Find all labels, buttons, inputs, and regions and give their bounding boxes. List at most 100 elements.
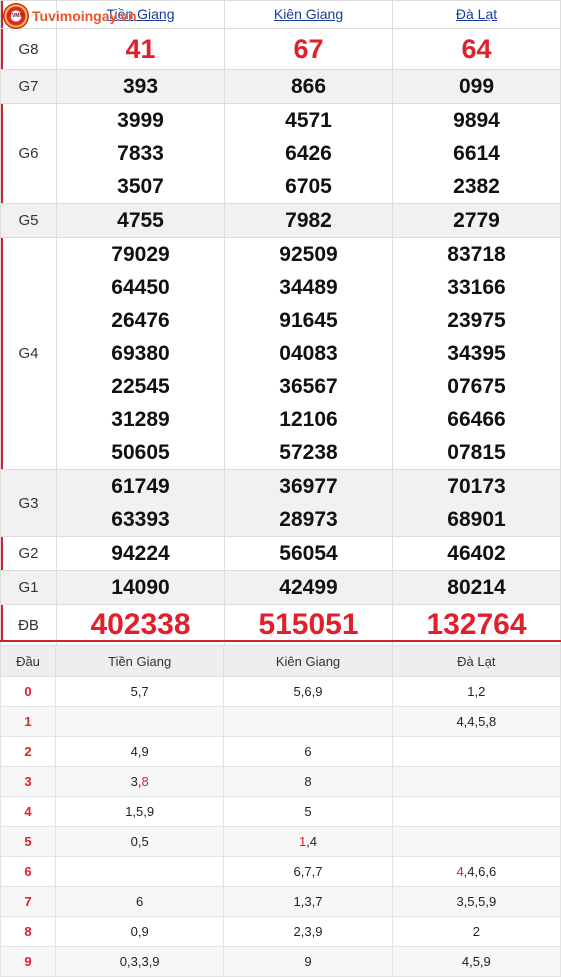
prize-number: 50605 [111, 441, 170, 464]
loto-tail-text: 9 [304, 954, 312, 969]
prize-number: 07675 [447, 375, 506, 398]
loto-tail-cell [391, 826, 561, 857]
loto-tail-text: 3,5,5,9 [456, 894, 497, 909]
loto-tail-text: ,4,6,6 [463, 864, 497, 879]
prize-numbers-cell: 7982 [224, 203, 393, 238]
loto-tail-cell [391, 736, 561, 767]
prize-label: G4 [0, 237, 57, 470]
prize-numbers-cell: 42499 [224, 570, 393, 605]
prize-number: 6426 [285, 142, 332, 165]
prize-number: 56054 [279, 542, 338, 565]
prize-number: 57238 [279, 441, 338, 464]
loto-head-digit: 5 [0, 826, 56, 857]
loto-tail-text: 0,5 [130, 834, 149, 849]
loto-head-digit: 6 [0, 856, 56, 887]
loto-row: 2 4,9 6 [0, 736, 561, 767]
loto-tail-cell: 3,5,5,9 [391, 886, 561, 917]
logo-text: Tuvimoingay.vn [32, 8, 137, 24]
loto-header-cell: Đà Lạt [391, 645, 561, 677]
loto-row: 9 0,3,3,9 9 4,5,9 [0, 946, 561, 977]
loto-tail-text: 1,2 [467, 684, 486, 699]
prize-number: 34489 [279, 276, 338, 299]
loto-head-digit: 3 [0, 766, 56, 797]
prize-number: 4571 [285, 109, 332, 132]
loto-tail-text: 4,5,9 [461, 954, 491, 969]
prize-number: 92509 [279, 243, 338, 266]
prize-label: G7 [0, 69, 57, 104]
results-table: Tiền Giang Kiên Giang Đà Lạt G8 41 67 64 G7 393 8… [0, 0, 561, 646]
prize-label: G6 [0, 103, 57, 204]
prize-row: G8 41 67 64 [0, 28, 561, 70]
loto-header-cell: Tiền Giang [54, 645, 225, 677]
province-link[interactable]: Kiên Giang [274, 6, 343, 22]
loto-tail-cell: 0,9 [54, 916, 225, 947]
loto-header-cell: Kiên Giang [223, 645, 393, 677]
prize-number: 23975 [447, 309, 506, 332]
prize-numbers-cell: 393 [56, 69, 225, 104]
loto-tail-text: 6 [136, 894, 144, 909]
prize-numbers-cell: 46402 [392, 536, 561, 571]
prize-number: 94224 [111, 542, 170, 565]
prize-number: 515051 [258, 608, 359, 641]
loto-row: 0 5,7 5,6,9 1,2 [0, 676, 561, 707]
prize-numbers-cell: 866 [224, 69, 393, 104]
loto-tail-cell: 4,5,9 [391, 946, 561, 977]
loto-header-row: Đầu Tiền Giang Kiên Giang Đà Lạt [0, 645, 561, 677]
prize-row: G1 14090 42499 80214 [0, 570, 561, 605]
loto-tail-text: ,4 [306, 834, 318, 849]
prize-number: 91645 [279, 309, 338, 332]
site-logo[interactable]: TVMN Tuvimoingay.vn [3, 2, 137, 30]
prize-number: 28973 [279, 508, 338, 531]
prize-number: 61749 [111, 475, 170, 498]
loto-tail-cell: 8 [223, 766, 393, 797]
loto-tail-cell: 5 [223, 796, 393, 827]
prize-number: 68901 [447, 508, 506, 531]
prize-numbers-cell: 92509 34489 91645 04083 36567 12106 57238 [224, 237, 393, 470]
prize-number: 22545 [111, 375, 170, 398]
loto-tail-text: 5,7 [130, 684, 149, 699]
prize-number: 42499 [279, 576, 338, 599]
loto-tail-highlight: 8 [141, 774, 149, 789]
divider-bar [0, 640, 561, 642]
prize-numbers-cell: 36977 28973 [224, 469, 393, 537]
prize-label: G3 [0, 469, 57, 537]
prize-numbers-cell: 2779 [392, 203, 561, 238]
loto-tail-text: 0,9 [130, 924, 149, 939]
prize-numbers-cell: 9894 6614 2382 [392, 103, 561, 204]
prize-numbers-cell: 14090 [56, 570, 225, 605]
loto-tail-cell: 0,3,3,9 [54, 946, 225, 977]
prize-number: 67 [293, 34, 324, 64]
prize-row: G5 4755 7982 2779 [0, 203, 561, 238]
prize-number: 099 [458, 75, 495, 98]
loto-head-digit: 8 [0, 916, 56, 947]
loto-tail-cell: 1,3,7 [223, 886, 393, 917]
prize-row: G2 94224 56054 46402 [0, 536, 561, 571]
province-link[interactable]: Đà Lạt [456, 6, 497, 22]
prize-number: 36567 [279, 375, 338, 398]
prize-number: 41 [125, 34, 156, 64]
prize-label: G5 [0, 203, 57, 238]
loto-row: 3 3,8 8 [0, 766, 561, 797]
loto-head-digit: 0 [0, 676, 56, 707]
prize-number: 6705 [285, 175, 332, 198]
prize-numbers-cell: 3999 7833 3507 [56, 103, 225, 204]
prize-number: 83718 [447, 243, 506, 266]
prize-numbers-cell: 64 [392, 28, 561, 70]
loto-head-digit: 7 [0, 886, 56, 917]
prize-number: 79029 [111, 243, 170, 266]
prize-numbers-cell: 099 [392, 69, 561, 104]
prize-numbers-cell: 41 [56, 28, 225, 70]
loto-row: 7 6 1,3,7 3,5,5,9 [0, 886, 561, 917]
prize-number: 46402 [447, 542, 506, 565]
prize-numbers-cell: 4755 [56, 203, 225, 238]
prize-numbers-cell: 94224 [56, 536, 225, 571]
prize-number: 393 [122, 75, 159, 98]
loto-tail-text: 6,7,7 [293, 864, 323, 879]
loto-tail-cell: 1,4 [223, 826, 393, 857]
loto-row: 8 0,9 2,3,9 2 [0, 916, 561, 947]
loto-tail-cell: 6,7,7 [223, 856, 393, 887]
loto-row: 6 6,7,7 4,4,6,6 [0, 856, 561, 887]
prize-row: G7 393 866 099 [0, 69, 561, 104]
loto-tail-cell: 0,5 [54, 826, 225, 857]
prize-number: 34395 [447, 342, 506, 365]
